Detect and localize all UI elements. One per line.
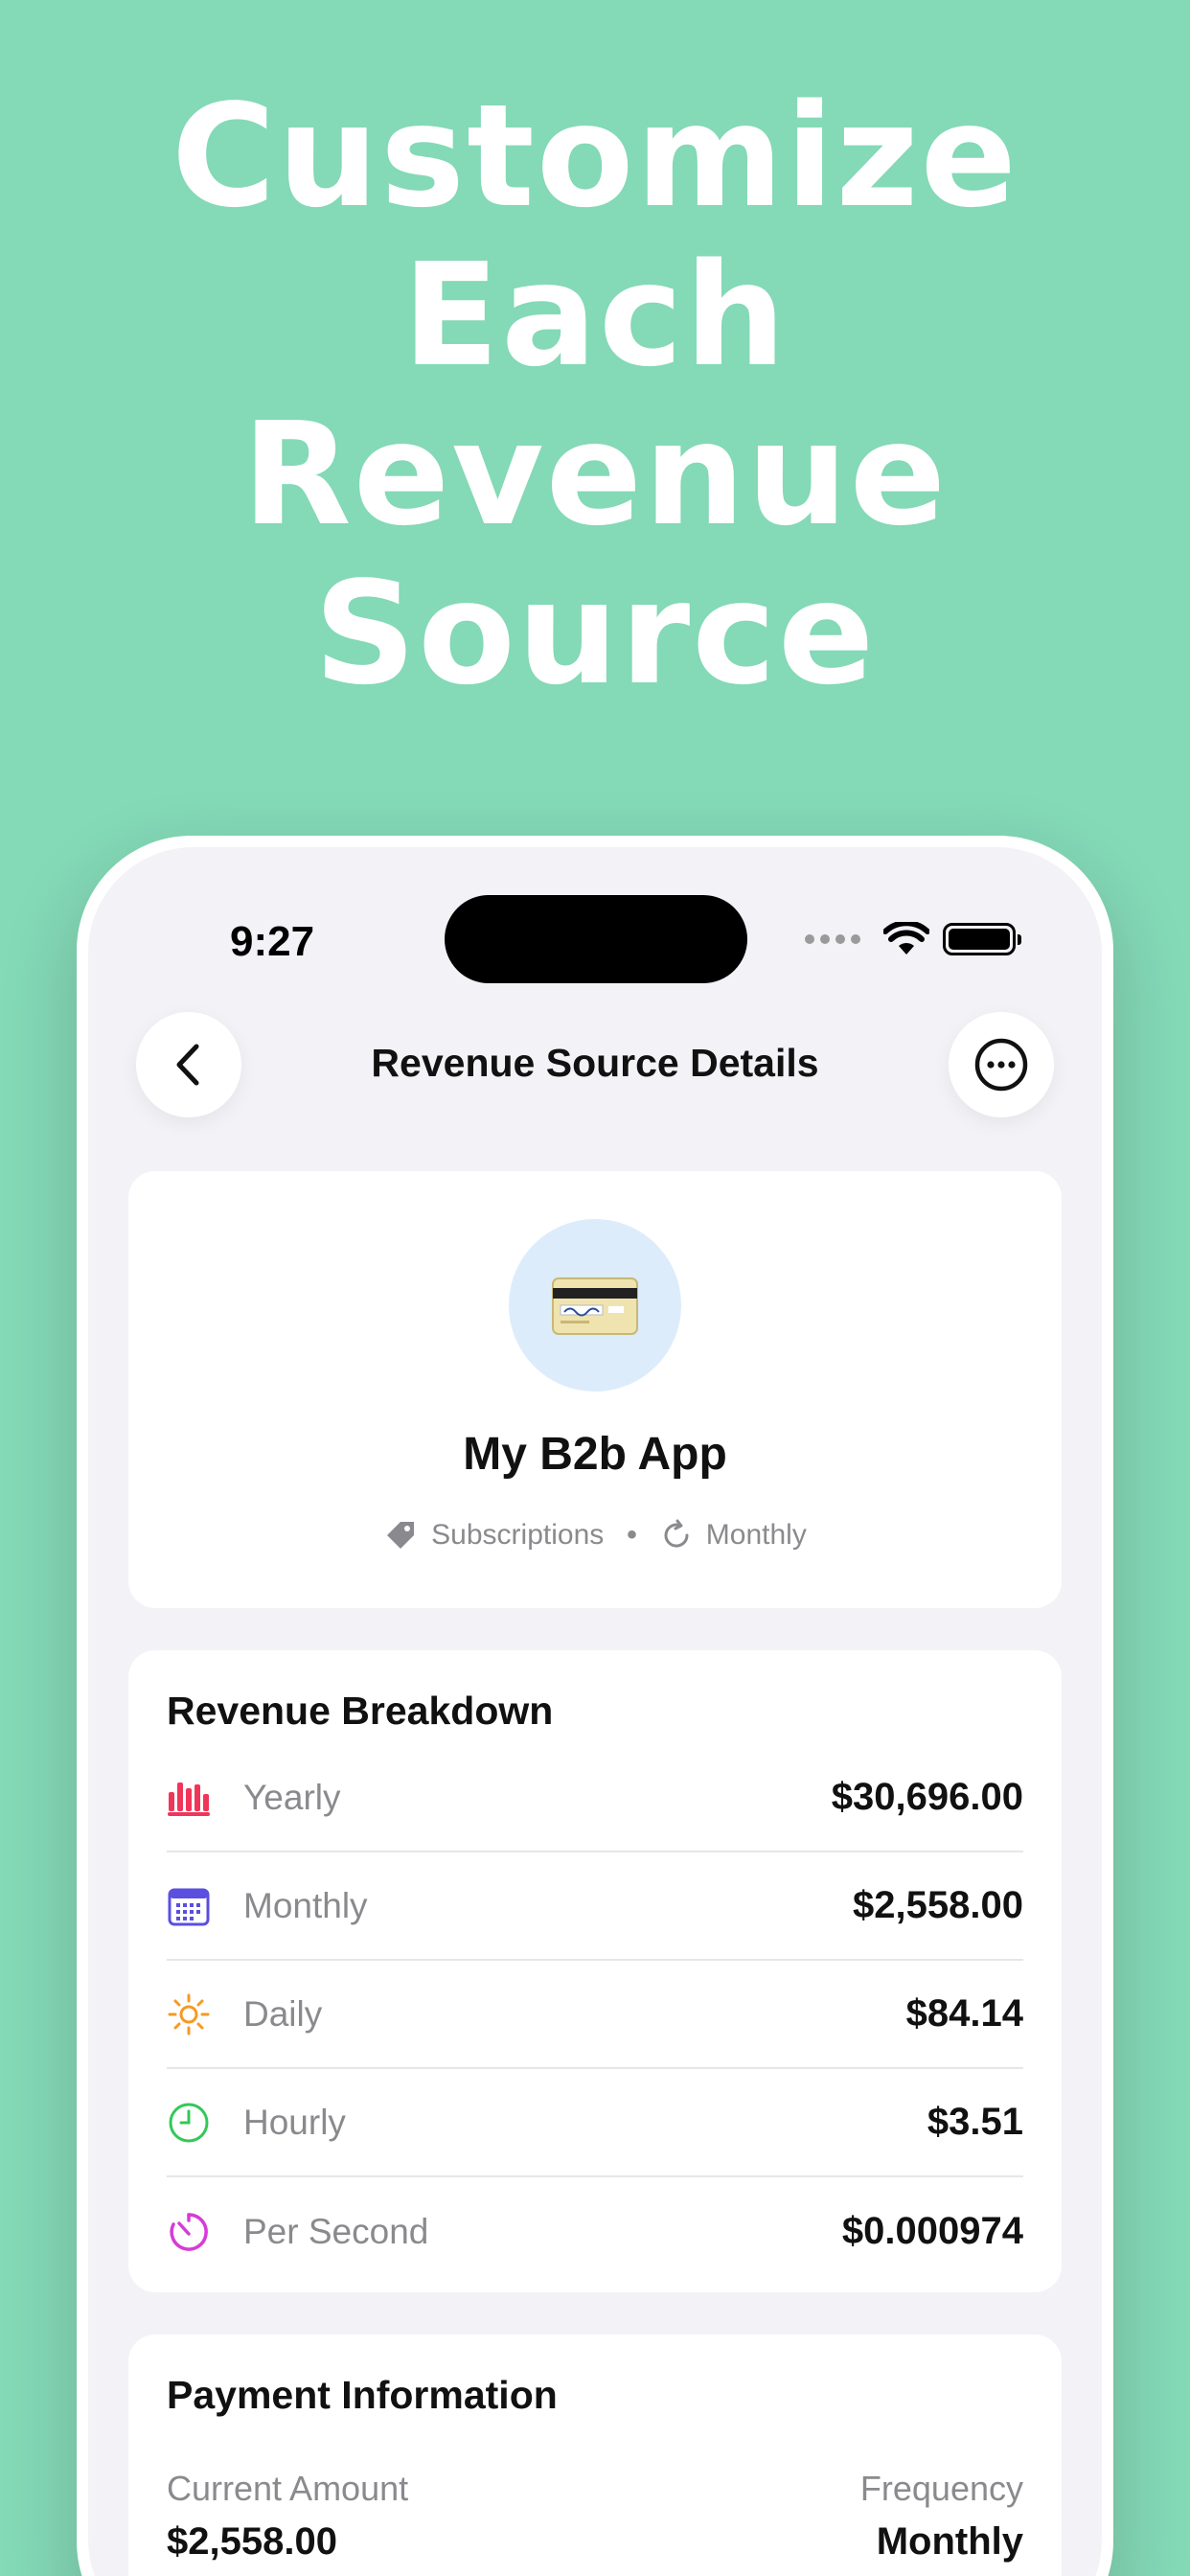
promo-headline: Customize Each Revenue Source <box>0 77 1190 713</box>
credit-card-icon <box>552 1277 638 1335</box>
row-value: $3.51 <box>927 2101 1023 2143</box>
headline-line-2: Each <box>401 233 789 398</box>
payment-title: Payment Information <box>167 2373 558 2417</box>
frequency-label: Frequency <box>859 2469 1023 2508</box>
row-value: $0.000974 <box>841 2210 1023 2252</box>
clock-icon <box>167 2101 211 2145</box>
breakdown-row-hourly: Hourly $3.51 <box>167 2069 1023 2177</box>
row-value: $2,558.00 <box>853 1884 1023 1926</box>
row-value: $30,696.00 <box>831 1776 1023 1818</box>
frequency-value: Monthly <box>876 2520 1023 2563</box>
calendar-icon <box>167 1884 211 1928</box>
source-summary-card: My B2b App Subscriptions • Monthly <box>128 1171 1062 1608</box>
revenue-breakdown-card: Revenue Breakdown Yearly $30,696.00 Mont… <box>128 1650 1062 2292</box>
timer-icon <box>167 2210 211 2254</box>
phone-screen: 9:27 Revenue Source Details My B2b App S… <box>88 847 1102 2576</box>
row-label: Daily <box>243 1993 323 2034</box>
headline-line-3: Revenue <box>241 392 949 557</box>
breakdown-row-yearly: Yearly $30,696.00 <box>167 1744 1023 1852</box>
sun-icon <box>167 1992 211 2036</box>
tag-icon <box>387 1522 415 1549</box>
bar-chart-icon <box>167 1776 211 1820</box>
wifi-icon <box>883 922 929 954</box>
source-avatar <box>509 1219 681 1392</box>
headline-line-4: Source <box>313 551 877 716</box>
status-indicators <box>805 922 1021 956</box>
battery-icon <box>943 923 1021 955</box>
row-label: Hourly <box>243 2102 346 2142</box>
separator-dot: • <box>627 1519 637 1551</box>
breakdown-list: Yearly $30,696.00 Monthly $2,558.00 Dail… <box>167 1744 1023 2286</box>
repeat-icon <box>664 1519 689 1548</box>
status-time: 9:27 <box>230 918 315 965</box>
frequency-label: Monthly <box>705 1519 807 1551</box>
current-amount-label: Current Amount <box>167 2469 409 2508</box>
row-value: $84.14 <box>905 1992 1023 2035</box>
current-amount-value: $2,558.00 <box>167 2520 337 2563</box>
nav-bar: Revenue Source Details <box>88 1012 1102 1117</box>
source-meta: Subscriptions • Monthly <box>128 1518 1062 1552</box>
dynamic-island <box>445 895 747 983</box>
category-label: Subscriptions <box>431 1519 605 1551</box>
breakdown-row-monthly: Monthly $2,558.00 <box>167 1852 1023 1961</box>
ellipsis-circle-icon <box>974 1038 1028 1092</box>
row-label: Monthly <box>243 1885 368 1925</box>
headline-line-1: Customize <box>172 74 1018 239</box>
phone-frame: 9:27 Revenue Source Details My B2b App S… <box>77 836 1113 2576</box>
row-label: Per Second <box>243 2211 429 2251</box>
cellular-signal-icon <box>805 934 860 944</box>
breakdown-row-daily: Daily $84.14 <box>167 1961 1023 2069</box>
more-options-button[interactable] <box>949 1012 1054 1117</box>
payment-information-card: Payment Information Current Amount $2,55… <box>128 2334 1062 2576</box>
source-name: My B2b App <box>463 1429 727 1480</box>
breakdown-title: Revenue Breakdown <box>167 1689 554 1733</box>
breakdown-row-per-second: Per Second $0.000974 <box>167 2177 1023 2286</box>
row-label: Yearly <box>243 1777 341 1817</box>
